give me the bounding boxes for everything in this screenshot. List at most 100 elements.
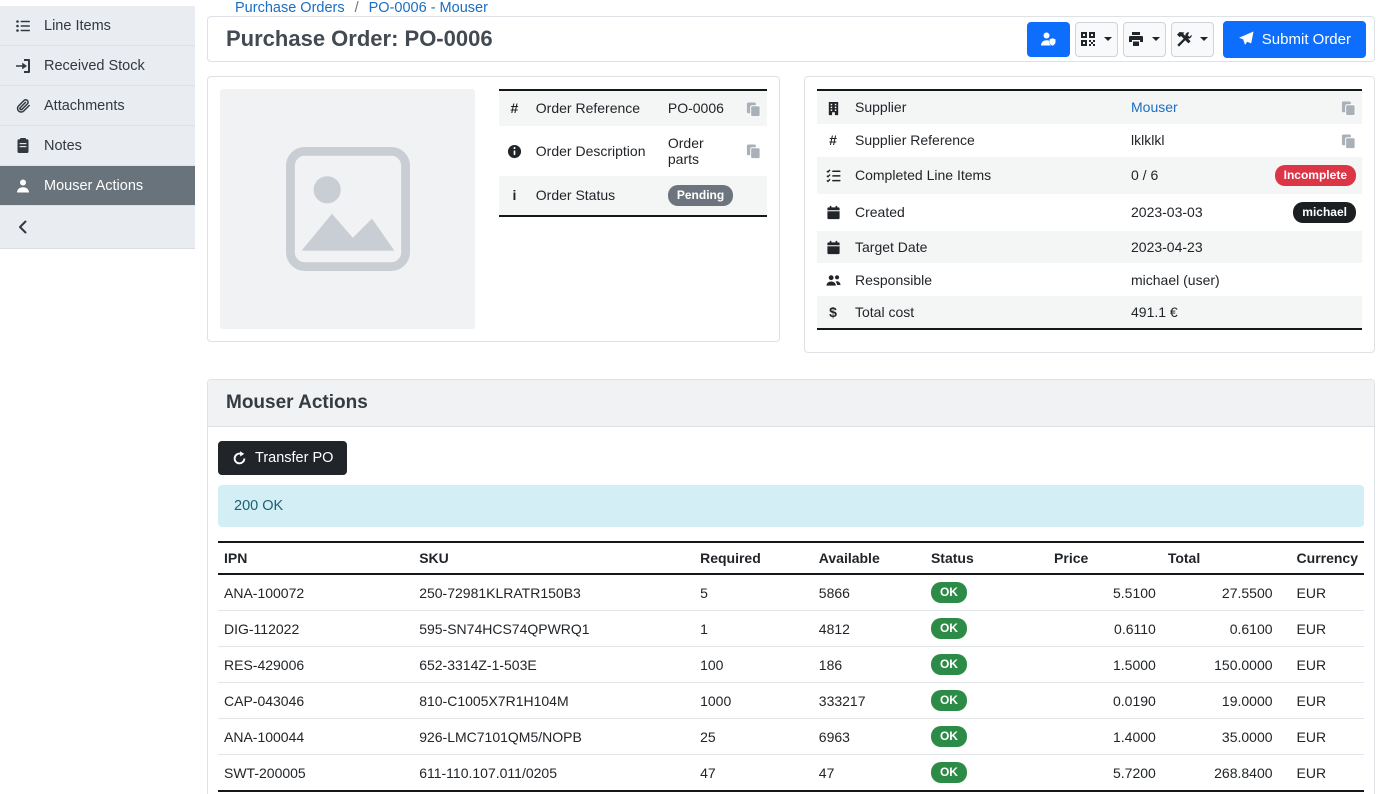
cell-ipn: SWT-200005	[218, 755, 413, 792]
order-details-table: # Order Reference PO-0006 Order Descript…	[499, 89, 767, 217]
col-header-status: Status	[925, 542, 1048, 574]
table-row: Order Description Order parts	[499, 126, 767, 176]
table-row: RES-429006 652-3314Z-1-503E 100 186 OK 1…	[218, 647, 1364, 683]
sidebar-list: Line Items Received Stock Attachments No…	[0, 6, 195, 249]
table-row: # Order Reference PO-0006	[499, 90, 767, 126]
cell-available: 4812	[813, 611, 925, 647]
col-header-price: Price	[1048, 542, 1162, 574]
cell-ipn: ANA-100044	[218, 719, 413, 755]
sign-in-icon	[15, 58, 31, 74]
header-actions: Submit Order	[1027, 21, 1366, 58]
cell-total: 0.6100	[1162, 611, 1279, 647]
cell-required: 1	[694, 611, 813, 647]
breadcrumb-separator: /	[355, 0, 359, 16]
detail-value: 491.1 €	[1125, 296, 1252, 329]
cell-total: 27.5500	[1162, 574, 1279, 611]
detail-label: Responsible	[849, 263, 1125, 296]
copy-button[interactable]	[739, 90, 767, 126]
cell-total: 35.0000	[1162, 719, 1279, 755]
order-details-table-wrap: # Order Reference PO-0006 Order Descript…	[499, 89, 767, 329]
submit-order-label: Submit Order	[1262, 31, 1351, 48]
tools-icon	[1176, 31, 1192, 47]
copy-button[interactable]	[739, 126, 767, 176]
order-actions-button[interactable]	[1171, 22, 1214, 57]
main-content: Purchase Orders / PO-0006 - Mouser Purch…	[195, 0, 1383, 794]
table-row: Completed Line Items 0 / 6 Incomplete	[817, 157, 1362, 194]
barcode-actions-button[interactable]	[1075, 22, 1118, 57]
submit-order-button[interactable]: Submit Order	[1223, 21, 1366, 58]
detail-value: 2023-04-23	[1125, 231, 1252, 264]
calendar-icon	[826, 240, 841, 255]
table-row: SWT-200005 611-110.107.011/0205 47 47 OK…	[218, 755, 1364, 792]
order-image-placeholder[interactable]	[220, 89, 475, 329]
detail-value: lklklkl	[1125, 124, 1252, 157]
sidebar-item-label: Attachments	[44, 98, 125, 114]
sidebar-item-line-items[interactable]: Line Items	[0, 6, 195, 46]
sidebar-item-received-stock[interactable]: Received Stock	[0, 46, 195, 86]
detail-label: Created	[849, 194, 1125, 231]
status-badge: Pending	[668, 185, 733, 206]
page-header: Purchase Order: PO-0006	[207, 16, 1375, 62]
order-details-panel: # Order Reference PO-0006 Order Descript…	[207, 76, 780, 342]
copy-button[interactable]	[1252, 124, 1362, 157]
supplier-details-table: Supplier Mouser # Supplier Reference lkl…	[817, 89, 1362, 330]
print-actions-button[interactable]	[1123, 22, 1166, 57]
sidebar-item-attachments[interactable]: Attachments	[0, 86, 195, 126]
cell-ipn: RES-429006	[218, 647, 413, 683]
sidebar-collapse-button[interactable]	[0, 206, 195, 248]
cell-required: 1000	[694, 683, 813, 719]
table-row: $ Total cost 491.1 €	[817, 296, 1362, 329]
copy-icon	[1341, 101, 1356, 116]
transfer-po-button[interactable]: Transfer PO	[218, 441, 347, 475]
table-header-row: IPN SKU Required Available Status Price …	[218, 542, 1364, 574]
qr-code-icon	[1080, 31, 1096, 47]
info-circle-icon	[507, 144, 522, 159]
ok-badge: OK	[931, 690, 967, 711]
info-icon: i	[512, 187, 516, 203]
col-header-required: Required	[694, 542, 813, 574]
copy-button[interactable]	[1252, 90, 1362, 124]
refresh-icon	[232, 451, 247, 466]
cell-required: 100	[694, 647, 813, 683]
cell-sku: 926-LMC7101QM5/NOPB	[413, 719, 694, 755]
user-icon	[15, 178, 31, 194]
col-header-ipn: IPN	[218, 542, 413, 574]
cell-sku: 810-C1005X7R1H104M	[413, 683, 694, 719]
clipboard-icon	[15, 138, 31, 154]
transfer-po-label: Transfer PO	[255, 450, 333, 466]
sidebar-item-mouser-actions[interactable]: Mouser Actions	[0, 166, 195, 206]
chevron-down-icon	[1200, 37, 1208, 41]
admin-user-button[interactable]	[1027, 22, 1070, 57]
sidebar-item-notes[interactable]: Notes	[0, 126, 195, 166]
supplier-details-panel: Supplier Mouser # Supplier Reference lkl…	[804, 76, 1375, 353]
table-row: ANA-100044 926-LMC7101QM5/NOPB 25 6963 O…	[218, 719, 1364, 755]
breadcrumb-link-po-0006[interactable]: PO-0006 - Mouser	[369, 0, 488, 16]
sidebar: Line Items Received Stock Attachments No…	[0, 0, 195, 794]
building-icon	[826, 101, 841, 116]
breadcrumb-link-purchase-orders[interactable]: Purchase Orders	[235, 0, 345, 16]
table-row: Supplier Mouser	[817, 90, 1362, 124]
detail-label: Supplier	[849, 90, 1125, 124]
supplier-link[interactable]: Mouser	[1131, 99, 1178, 115]
copy-icon	[746, 102, 761, 117]
user-shield-icon	[1040, 31, 1056, 47]
incomplete-badge: Incomplete	[1275, 165, 1356, 186]
detail-label: Completed Line Items	[849, 157, 1125, 194]
cell-price: 5.7200	[1048, 755, 1162, 792]
list-icon	[15, 18, 31, 34]
cell-sku: 652-3314Z-1-503E	[413, 647, 694, 683]
cell-available: 5866	[813, 574, 925, 611]
breadcrumb: Purchase Orders / PO-0006 - Mouser	[207, 0, 1375, 16]
printer-icon	[1128, 31, 1144, 47]
mouser-actions-panel: Mouser Actions Transfer PO 200 OK IPN	[207, 379, 1375, 794]
cell-price: 0.6110	[1048, 611, 1162, 647]
detail-label: Supplier Reference	[849, 124, 1125, 157]
cell-price: 1.5000	[1048, 647, 1162, 683]
sidebar-item-label: Mouser Actions	[44, 178, 143, 194]
hash-icon: #	[829, 132, 837, 148]
table-row: Target Date 2023-04-23	[817, 231, 1362, 264]
detail-label: Order Description	[530, 126, 662, 176]
table-row: # Supplier Reference lklklkl	[817, 124, 1362, 157]
cell-sku: 611-110.107.011/0205	[413, 755, 694, 792]
panel-title: Mouser Actions	[208, 380, 1374, 427]
